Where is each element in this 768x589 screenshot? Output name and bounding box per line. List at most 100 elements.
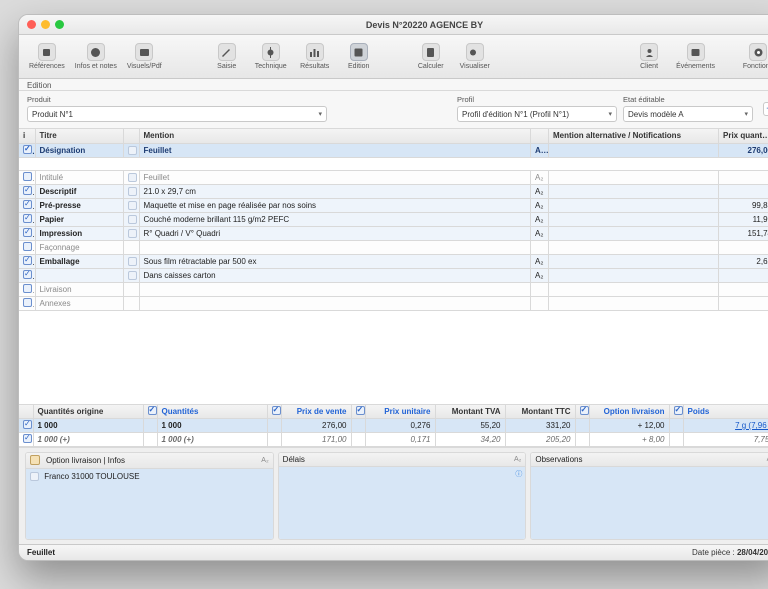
- checkbox-icon[interactable]: [23, 200, 32, 209]
- window-controls: [27, 20, 64, 29]
- col-i[interactable]: i: [19, 129, 35, 143]
- profil-select[interactable]: Profil d'édition N°1 (Profil N°1)▾: [457, 106, 617, 122]
- table-row[interactable]: PapierCouché moderne brillant 115 g/m2 P…: [19, 212, 768, 226]
- col-quantites[interactable]: Quantités: [157, 405, 267, 419]
- checkbox-icon[interactable]: [23, 214, 32, 223]
- panel-delais-body[interactable]: ⓘ: [279, 467, 526, 539]
- panel-delais-title: Délais: [283, 455, 305, 464]
- col-prix-vente[interactable]: Prix de vente: [281, 405, 351, 419]
- toolbar-edition-button[interactable]: Edition: [342, 43, 376, 70]
- panel-livraison-title: Option livraison | Infos: [46, 456, 125, 465]
- checkbox-icon[interactable]: [23, 242, 32, 251]
- checkbox-icon[interactable]: [23, 420, 32, 429]
- bottom-panels: Option livraison | Infos A₂ Franco 31000…: [19, 447, 768, 544]
- edition-icon: [350, 43, 368, 61]
- col-poids[interactable]: Poids: [683, 405, 768, 419]
- main-toolbar: Références Infos et notes Visuels/Pdf Sais…: [19, 35, 768, 79]
- card-icon: [128, 229, 137, 238]
- app-window: Devis N°20220 AGENCE BY Références Infos …: [18, 14, 768, 561]
- minimize-icon[interactable]: [41, 20, 50, 29]
- table-row[interactable]: Façonnage: [19, 240, 768, 254]
- designation-header-row[interactable]: Désignation Feuillet A₂ 276,00: [19, 143, 768, 157]
- table-row[interactable]: Annexes: [19, 296, 768, 310]
- card-icon: [128, 271, 137, 280]
- col-prix-unitaire[interactable]: Prix unitaire: [365, 405, 435, 419]
- col-mention[interactable]: Mention: [139, 129, 531, 143]
- add-button[interactable]: ⇥: [763, 102, 768, 116]
- status-bar: Feuillet Date pièce : 28/04/2022: [19, 544, 768, 560]
- panel-obs-title: Observations: [535, 455, 582, 464]
- table-row[interactable]: Dans caisses cartonA₂: [19, 268, 768, 282]
- col-tva[interactable]: Montant TVA: [435, 405, 505, 419]
- card-icon: [128, 146, 137, 155]
- table-row[interactable]: EmballageSous film rétractable par 500 e…: [19, 254, 768, 268]
- col-alt[interactable]: Mention alternative / Notifications: [549, 129, 719, 143]
- toolbar-evenements-button[interactable]: Événements: [676, 43, 715, 70]
- checkbox-icon[interactable]: [148, 406, 157, 415]
- toolbar-infos-button[interactable]: Infos et notes: [75, 43, 117, 70]
- checkbox-icon[interactable]: [272, 406, 281, 415]
- filter-bar: Produit Produit N°1▾ Profil Profil d'édi…: [19, 91, 768, 129]
- zoom-icon[interactable]: [55, 20, 64, 29]
- qty-row[interactable]: 1 0001 000276,000,27655,20331,20+ 12,007…: [19, 419, 768, 433]
- panel-delais: Délais A₂ ⓘ: [278, 452, 527, 540]
- toolbar-saisie-button[interactable]: Saisie: [210, 43, 244, 70]
- checkbox-icon[interactable]: [23, 284, 32, 293]
- info-icon[interactable]: ⓘ: [515, 469, 522, 479]
- panel-livraison: Option livraison | Infos A₂ Franco 31000…: [25, 452, 274, 540]
- calculer-icon: [422, 43, 440, 61]
- table-row[interactable]: Descriptif21.0 x 29,7 cmA₂: [19, 184, 768, 198]
- footer-date-value: 28/04/2022: [737, 548, 768, 557]
- card-icon: [128, 215, 137, 224]
- visualiser-icon: [466, 43, 484, 61]
- produit-label: Produit: [27, 95, 327, 104]
- checkbox-icon[interactable]: [23, 298, 32, 307]
- checkbox-icon[interactable]: [23, 186, 32, 195]
- client-icon: [640, 43, 658, 61]
- close-icon[interactable]: [27, 20, 36, 29]
- checkbox-icon[interactable]: [23, 434, 32, 443]
- checkbox-icon[interactable]: [674, 406, 683, 415]
- etat-select[interactable]: Devis modèle A▾: [623, 106, 753, 122]
- checkbox-icon[interactable]: [356, 406, 365, 415]
- technique-icon: [262, 43, 280, 61]
- col-titre[interactable]: Titre: [35, 129, 123, 143]
- etat-label: Etat éditable: [623, 95, 753, 104]
- evenements-icon: [687, 43, 705, 61]
- checkbox-icon[interactable]: [580, 406, 589, 415]
- table-row[interactable]: ImpressionR° Quadri / V° QuadriA₂151,74: [19, 226, 768, 240]
- col-ttc[interactable]: Montant TTC: [505, 405, 575, 419]
- col-prix[interactable]: Prix quantité 1: [719, 129, 768, 143]
- infos-icon: [87, 43, 105, 61]
- toolbar-visualiser-button[interactable]: Visualiser: [458, 43, 492, 70]
- quantities-grid[interactable]: Quantités origine Quantités Prix de vent…: [19, 404, 768, 448]
- col-livraison[interactable]: Option livraison: [589, 405, 669, 419]
- visuels-icon: [135, 43, 153, 61]
- window-title: Devis N°20220 AGENCE BY: [72, 20, 768, 30]
- checkbox-icon[interactable]: [23, 145, 32, 154]
- designation-grid[interactable]: i Titre Mention Mention alternative / No…: [19, 129, 768, 404]
- panel-observations: Observations A₂: [530, 452, 768, 540]
- checkbox-icon[interactable]: [23, 172, 32, 181]
- col-qty-origine[interactable]: Quantités origine: [33, 405, 143, 419]
- produit-select[interactable]: Produit N°1▾: [27, 106, 327, 122]
- toolbar-resultats-button[interactable]: Résultats: [298, 43, 332, 70]
- checkbox-icon[interactable]: [23, 270, 32, 279]
- toolbar-references-button[interactable]: Références: [29, 43, 65, 70]
- checkbox-icon[interactable]: [23, 228, 32, 237]
- table-row[interactable]: Livraison: [19, 282, 768, 296]
- toolbar-calculer-button[interactable]: Calculer: [414, 43, 448, 70]
- panel-obs-body[interactable]: [531, 467, 768, 539]
- card-icon: [128, 187, 137, 196]
- qty-row[interactable]: 1 000 (+)1 000 (+)171,000,17134,20205,20…: [19, 433, 768, 447]
- table-row[interactable]: Pré-presseMaquette et mise en page réali…: [19, 198, 768, 212]
- references-icon: [38, 43, 56, 61]
- toolbar-visuels-button[interactable]: Visuels/Pdf: [127, 43, 162, 70]
- checkbox-icon[interactable]: [23, 256, 32, 265]
- toolbar-client-button[interactable]: Client: [632, 43, 666, 70]
- toolbar-technique-button[interactable]: Technique: [254, 43, 288, 70]
- panel-livraison-body[interactable]: Franco 31000 TOULOUSE: [26, 469, 273, 539]
- lock-icon: [30, 455, 43, 466]
- toolbar-fonctions-button[interactable]: Fonctions: [741, 43, 768, 70]
- table-row[interactable]: IntituléFeuilletA₂: [19, 170, 768, 184]
